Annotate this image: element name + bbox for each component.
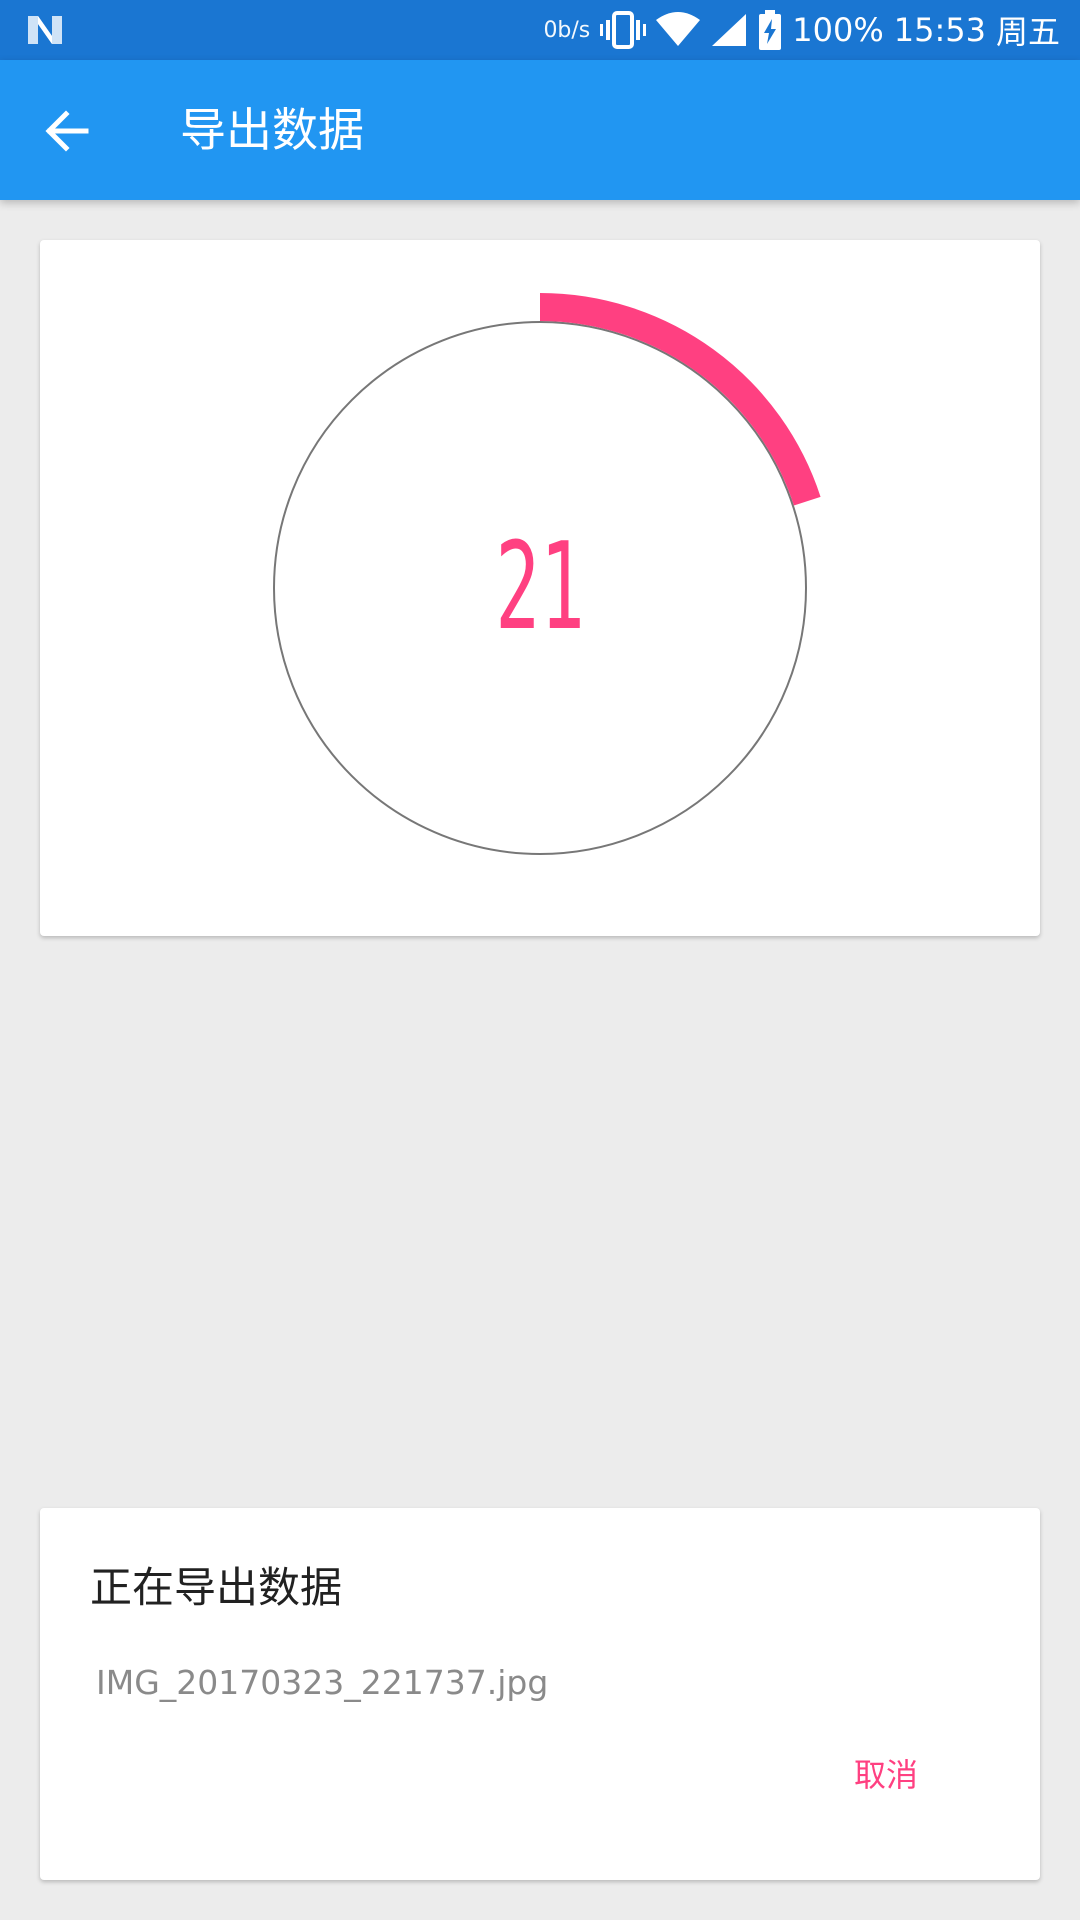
status-bar: 0b/s 100% 15:53 周五 xyxy=(0,0,1080,60)
progress-card: 21 xyxy=(40,240,1040,936)
weekday: 周五 xyxy=(995,13,1060,51)
vibrate-icon xyxy=(600,11,647,49)
wifi-icon xyxy=(656,12,701,46)
progress-arc xyxy=(539,293,821,506)
clock: 15:53 xyxy=(893,11,986,49)
android-n-icon xyxy=(28,16,62,44)
cancel-button[interactable]: 取消 xyxy=(850,1750,922,1800)
dialog-title: 正在导出数据 xyxy=(90,1563,343,1612)
signal-icon xyxy=(712,14,747,46)
page-title: 导出数据 xyxy=(180,103,364,157)
battery-charging-icon xyxy=(759,10,782,50)
current-filename: IMG_20170323_221737.jpg xyxy=(96,1663,549,1702)
battery-percent: 100% xyxy=(792,11,884,49)
export-dialog: 正在导出数据 IMG_20170323_221737.jpg 取消 xyxy=(40,1508,1040,1880)
network-speed: 0b/s xyxy=(543,17,591,43)
progress-count: 21 xyxy=(495,518,585,657)
arrow-back-icon[interactable] xyxy=(40,106,96,156)
app-bar: 导出数据 xyxy=(0,60,1080,200)
